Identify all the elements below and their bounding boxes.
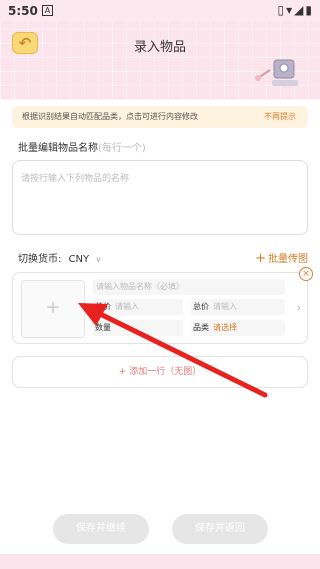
total-price-placeholder: 请输入 xyxy=(213,302,237,311)
batch-name-label-text: 批量编辑物品名称 xyxy=(18,143,98,154)
batch-name-textarea[interactable]: 请按行输入下列物品的名称 xyxy=(12,160,308,235)
notification-icon: A xyxy=(42,5,53,16)
batch-name-label: 批量编辑物品名称(每行一个) xyxy=(18,139,146,154)
status-bar: 5:50 A ▯▾◢▮ xyxy=(0,0,320,22)
batch-upload-label: 批量传图 xyxy=(268,254,308,265)
footer-decoration xyxy=(0,554,320,569)
save-return-button[interactable]: 保存并返回 xyxy=(172,514,268,544)
remove-item-button[interactable]: × xyxy=(299,267,313,281)
status-time: 5:50 xyxy=(8,4,38,18)
plus-icon: + xyxy=(255,251,266,266)
chevron-down-icon: ∨ xyxy=(95,255,102,264)
save-continue-button[interactable]: 保存并继续 xyxy=(53,514,149,544)
notice-text: 根据识别结果自动匹配品类，点击可进行内容修改 xyxy=(22,112,198,121)
batch-name-hint: (每行一个) xyxy=(98,143,146,154)
category-placeholder: 请选择 xyxy=(213,323,237,332)
item-name-input[interactable]: 请输入物品名称（必填） xyxy=(93,279,285,295)
total-price-label: 总价 xyxy=(193,302,209,311)
currency-value: CNY xyxy=(68,254,90,265)
unit-price-label: 单价 xyxy=(95,302,111,311)
category-field[interactable]: 品类 请选择 xyxy=(191,320,285,336)
item-name-placeholder: 请输入物品名称（必填） xyxy=(96,282,184,291)
unit-price-field[interactable]: 单价 请输入 xyxy=(93,299,183,315)
notice-bar: 根据识别结果自动匹配品类，点击可进行内容修改 不再提示 xyxy=(12,106,308,128)
system-status-icons: ▯▾◢▮ xyxy=(277,3,314,17)
item-card: + 请输入物品名称（必填） 单价 请输入 总价 请输入 数量 品类 请选择 › × xyxy=(12,267,313,344)
batch-upload-button[interactable]: + 批量传图 xyxy=(255,250,308,266)
batch-name-placeholder: 请按行输入下列物品的名称 xyxy=(21,174,130,184)
quantity-label: 数量 xyxy=(95,323,111,332)
unit-price-placeholder: 请输入 xyxy=(115,302,139,311)
add-row-button[interactable]: + 添加一行（无图） xyxy=(12,356,308,388)
close-icon: × xyxy=(302,269,310,279)
plus-icon: + xyxy=(45,297,61,318)
currency-selector[interactable]: 切换货币: CNY ∨ xyxy=(18,250,101,265)
paperclip-decoration-icon xyxy=(255,59,298,86)
quantity-field[interactable]: 数量 xyxy=(93,320,183,336)
dismiss-notice-link[interactable]: 不再提示 xyxy=(264,106,296,128)
header: ↶ 录入物品 xyxy=(0,22,320,100)
category-label: 品类 xyxy=(193,323,209,332)
image-upload-slot[interactable]: + xyxy=(21,280,85,338)
currency-label: 切换货币: xyxy=(18,254,62,265)
total-price-field[interactable]: 总价 请输入 xyxy=(191,299,285,315)
chevron-right-icon[interactable]: › xyxy=(297,301,301,314)
page-title: 录入物品 xyxy=(133,40,186,55)
